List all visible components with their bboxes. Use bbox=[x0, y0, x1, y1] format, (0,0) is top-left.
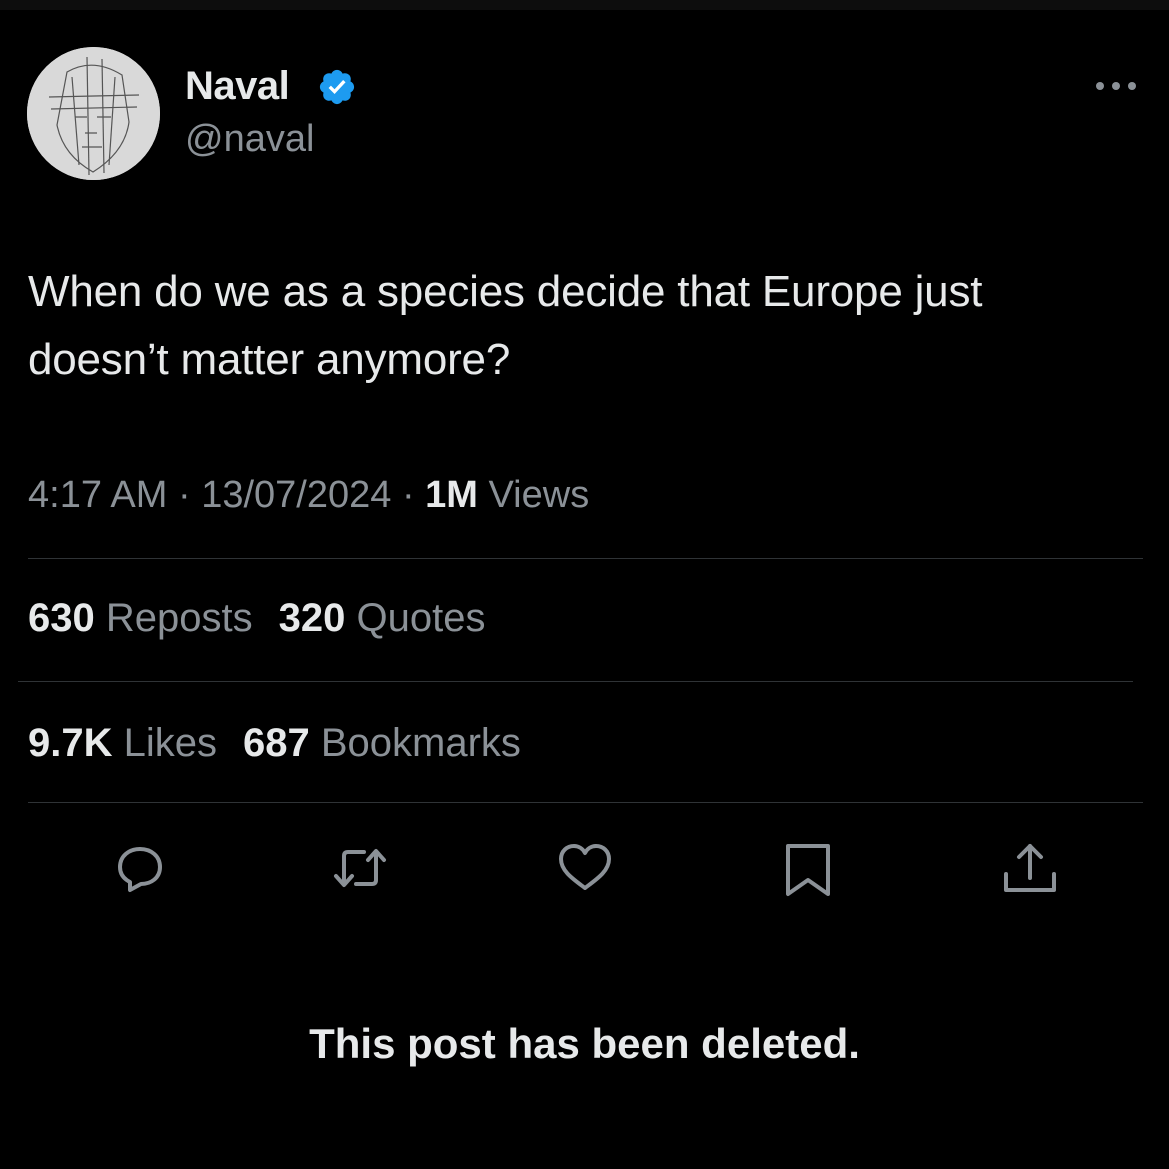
post-text: When do we as a species decide that Euro… bbox=[28, 258, 1153, 394]
share-button[interactable] bbox=[1000, 838, 1060, 898]
stats-row-2: 9.7K Likes 687 Bookmarks bbox=[28, 721, 521, 766]
like-icon bbox=[559, 844, 611, 890]
divider bbox=[28, 802, 1143, 803]
avatar[interactable] bbox=[27, 47, 160, 180]
meta-separator: · bbox=[167, 474, 202, 516]
avatar-sketch-icon bbox=[27, 47, 160, 180]
reply-button[interactable] bbox=[110, 838, 170, 898]
stats-row-1: 630 Reposts 320 Quotes bbox=[28, 596, 485, 641]
reposts-count: 630 bbox=[28, 596, 95, 640]
views-count: 1M bbox=[425, 474, 478, 516]
handle[interactable]: @naval bbox=[185, 118, 314, 161]
quotes-stat[interactable]: 320 Quotes bbox=[279, 596, 486, 640]
divider bbox=[18, 681, 1133, 682]
post-time[interactable]: 4:17 AM bbox=[28, 474, 167, 516]
likes-stat[interactable]: 9.7K Likes bbox=[28, 721, 217, 765]
bookmark-button[interactable] bbox=[778, 838, 838, 898]
meta-separator: · bbox=[391, 474, 426, 516]
post-text-line-2: doesn’t matter anymore? bbox=[28, 335, 511, 384]
reposts-label: Reposts bbox=[94, 596, 253, 640]
divider bbox=[28, 558, 1143, 559]
repost-button[interactable] bbox=[330, 838, 390, 898]
likes-label: Likes bbox=[112, 721, 217, 765]
verified-badge-icon bbox=[319, 69, 355, 105]
bookmark-icon bbox=[786, 844, 830, 896]
quotes-count: 320 bbox=[278, 596, 346, 640]
post-text-line-1: When do we as a species decide that Euro… bbox=[28, 267, 983, 316]
reply-icon bbox=[118, 847, 162, 892]
repost-icon bbox=[334, 849, 386, 887]
top-strip bbox=[0, 0, 1169, 10]
more-options-icon[interactable] bbox=[1094, 76, 1138, 96]
post-date[interactable]: 13/07/2024 bbox=[201, 474, 391, 516]
bookmarks-label: Bookmarks bbox=[309, 721, 521, 765]
likes-count: 9.7K bbox=[28, 721, 113, 765]
like-button[interactable] bbox=[555, 838, 615, 898]
display-name[interactable]: Naval bbox=[185, 64, 290, 109]
quotes-label: Quotes bbox=[345, 596, 486, 640]
post-meta: 4:17 AM · 13/07/2024 · 1M Views bbox=[28, 474, 589, 517]
views-label: Views bbox=[477, 474, 590, 516]
share-icon bbox=[1004, 844, 1056, 892]
deleted-notice: This post has been deleted. bbox=[309, 1020, 860, 1067]
bookmarks-stat[interactable]: 687 Bookmarks bbox=[243, 721, 521, 765]
bookmarks-count: 687 bbox=[243, 721, 310, 765]
reposts-stat[interactable]: 630 Reposts bbox=[28, 596, 253, 640]
